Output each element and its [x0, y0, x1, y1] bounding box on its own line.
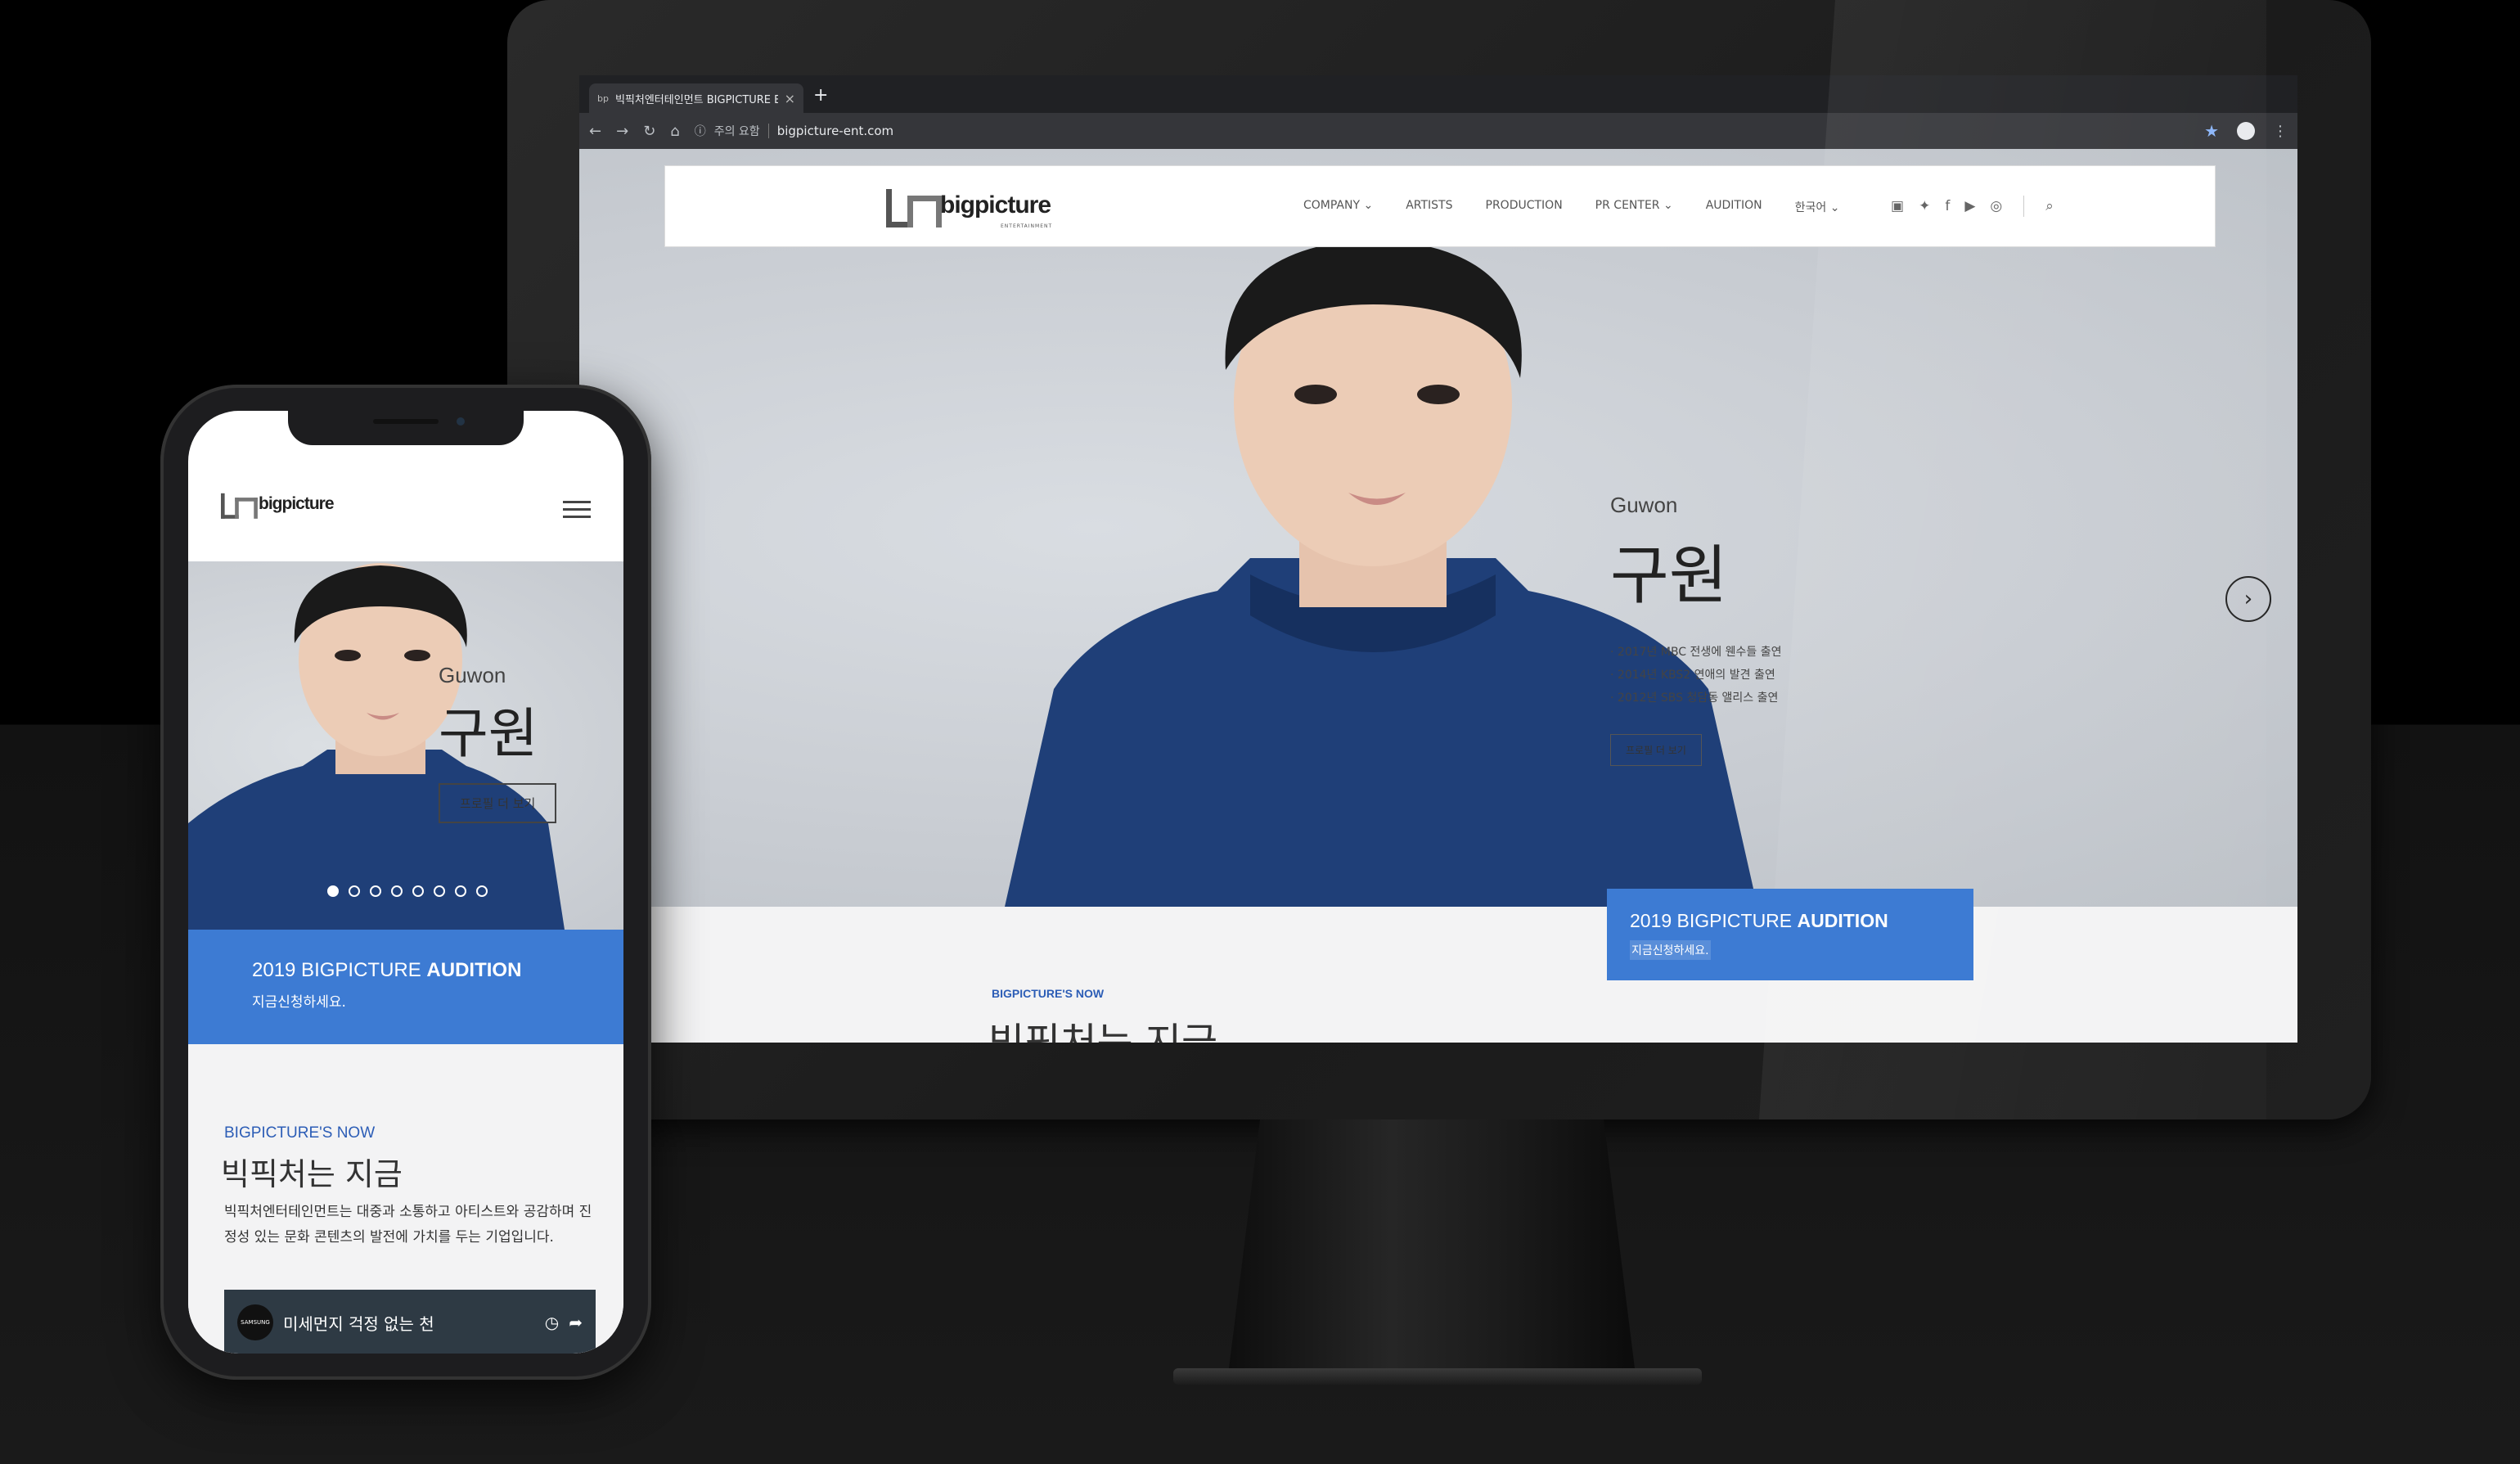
artist-name-en: Guwon	[1610, 493, 1678, 517]
divider	[767, 124, 769, 138]
phone-frame: bigpicture Guwon 구원 프로필 더 보기 2019 BIGPIC…	[160, 385, 651, 1380]
close-tab-icon[interactable]: ×	[785, 91, 795, 106]
logo-subtext: ENTERTAINMENT	[1001, 223, 1053, 229]
main-nav: COMPANY ⌄ ARTISTS PRODUCTION PR CENTER ⌄…	[1303, 199, 1839, 215]
url-text[interactable]: bigpicture-ent.com	[777, 124, 893, 138]
profile-more-button[interactable]: 프로필 더 보기	[1610, 734, 1702, 766]
next-slide-button[interactable]: ›	[2225, 576, 2271, 622]
mobile-logo[interactable]: bigpicture	[221, 486, 335, 522]
mobile-hero-info: Guwon 구원 프로필 더 보기	[439, 663, 557, 823]
audition-subtitle: 지금신청하세요.	[1630, 940, 1711, 960]
nav-company[interactable]: COMPANY ⌄	[1303, 199, 1373, 215]
audition-title: 2019 BIGPICTURE AUDITION	[1630, 910, 1888, 931]
website: bigpicture ENTERTAINMENT COMPANY ⌄ ARTIS…	[579, 149, 2297, 1043]
slider-dots	[327, 885, 488, 897]
artist-name-ko: 구원	[439, 702, 538, 765]
audition-title: 2019 BIGPICTURE AUDITION	[252, 959, 522, 981]
address-toolbar: ← → ↻ ⌂ ⓘ 주의 요함 bigpicture-ent.com ★ ⋮	[579, 113, 2297, 149]
twitter-icon[interactable]: ✦	[1919, 198, 1930, 214]
credit-item: · 2014년 KBS2 연애의 발견 출연	[1610, 669, 1775, 682]
security-label: 주의 요함	[713, 125, 760, 138]
credit-item: · 2012년 SBS 청담동 앨리스 출연	[1610, 691, 1779, 705]
now-title: 빅픽처는 지금	[988, 1020, 1218, 1043]
now-section: BIGPICTURE'S NOW 빅픽처는 지금	[579, 907, 2297, 1043]
slider-dot[interactable]	[412, 885, 424, 897]
search-icon[interactable]: ⌕	[2045, 198, 2054, 214]
speaker	[373, 419, 439, 424]
site-logo[interactable]: bigpicture ENTERTAINMENT	[886, 187, 1051, 229]
nav-production[interactable]: PRODUCTION	[1486, 199, 1563, 215]
forward-icon[interactable]: →	[616, 123, 628, 140]
logo-text: bigpicture	[940, 191, 1051, 218]
phone-notch	[288, 411, 524, 445]
bookmark-star-icon[interactable]: ★	[2204, 121, 2219, 141]
slider-dot[interactable]	[391, 885, 403, 897]
monitor-stand	[1227, 1119, 1636, 1381]
hamburger-menu-icon[interactable]	[563, 501, 591, 523]
slider-dot[interactable]	[434, 885, 445, 897]
tab-title: 빅픽처엔터테인먼트 BIGPICTURE E	[614, 93, 778, 106]
menu-kebab-icon[interactable]: ⋮	[2273, 123, 2288, 140]
monitor-stand-base	[1173, 1368, 1702, 1385]
address-bar[interactable]: ⓘ 주의 요함 bigpicture-ent.com	[695, 119, 2189, 143]
logo-mark-icon	[221, 492, 258, 519]
artist-name-ko: 구원	[1610, 539, 1728, 613]
browser-tab[interactable]: bp 빅픽처엔터테인먼트 BIGPICTURE E ×	[589, 83, 803, 113]
browser-chrome: bp 빅픽처엔터테인먼트 BIGPICTURE E × + ← → ↻ ⌂ ⓘ …	[579, 75, 2297, 149]
audition-banner[interactable]: 2019 BIGPICTURE AUDITION 지금신청하세요.	[188, 930, 623, 1044]
hero-slider: bigpicture ENTERTAINMENT COMPANY ⌄ ARTIS…	[579, 149, 2297, 907]
back-icon[interactable]: ←	[589, 123, 601, 140]
now-label: BIGPICTURE'S NOW	[224, 1124, 376, 1142]
reload-icon[interactable]: ↻	[643, 123, 655, 140]
mobile-hero: Guwon 구원 프로필 더 보기	[188, 561, 623, 930]
slider-dot[interactable]	[327, 885, 339, 897]
info-icon[interactable]: ⓘ	[695, 123, 706, 139]
now-description: 빅픽처엔터테인먼트는 대중과 소통하고 아티스트와 공감하며 진정성 있는 문화…	[224, 1204, 592, 1246]
profile-avatar[interactable]	[2237, 122, 2255, 140]
slider-dot[interactable]	[370, 885, 381, 897]
new-tab-button[interactable]: +	[813, 85, 828, 106]
naver-icon[interactable]: ▣	[1891, 198, 1904, 214]
credit-item: · 2017년 MBC 전생에 웬수들 출연	[1610, 646, 1782, 659]
video-title: 미세먼지 걱정 없는 천	[283, 1313, 434, 1334]
now-label: BIGPICTURE'S NOW	[992, 987, 1105, 1000]
nav-artists[interactable]: ARTISTS	[1406, 199, 1452, 215]
social-links: ▣ ✦ f ▶ ◎ ⌕	[1891, 196, 2054, 217]
mobile-header: bigpicture	[188, 466, 623, 561]
artist-name-en: Guwon	[439, 663, 506, 687]
video-thumbnail[interactable]: SAMSUNG 미세먼지 걱정 없는 천 ◷ ➦	[224, 1290, 596, 1354]
slider-dot[interactable]	[476, 885, 488, 897]
desktop-screen: bp 빅픽처엔터테인먼트 BIGPICTURE E × + ← → ↻ ⌂ ⓘ …	[579, 75, 2297, 1043]
instagram-icon[interactable]: ◎	[1990, 198, 2002, 214]
tab-bar: bp 빅픽처엔터테인먼트 BIGPICTURE E × +	[579, 75, 2297, 113]
slider-dot[interactable]	[349, 885, 360, 897]
artist-credits: · 2017년 MBC 전생에 웬수들 출연 · 2014년 KBS2 연애의 …	[1610, 641, 1781, 709]
logo-text: bigpicture	[259, 494, 335, 513]
nav-language[interactable]: 한국어 ⌄	[1795, 199, 1840, 215]
hero-info: Guwon 구원 · 2017년 MBC 전생에 웬수들 출연 · 2014년 …	[1610, 493, 1781, 766]
logo-mark-icon	[886, 187, 942, 227]
audition-banner[interactable]: 2019 BIGPICTURE AUDITION 지금신청하세요.	[1607, 889, 1973, 980]
clock-icon[interactable]: ◷	[545, 1313, 559, 1332]
facebook-icon[interactable]: f	[1945, 198, 1950, 214]
slider-dot[interactable]	[455, 885, 466, 897]
mobile-screen: bigpicture Guwon 구원 프로필 더 보기 2019 BIGPIC…	[188, 411, 623, 1354]
site-header: bigpicture ENTERTAINMENT COMPANY ⌄ ARTIS…	[664, 165, 2216, 247]
favicon-icon: bp	[597, 92, 609, 104]
camera-icon	[457, 417, 465, 426]
nav-pr-center[interactable]: PR CENTER ⌄	[1595, 199, 1673, 215]
now-title: 빅픽처는 지금	[221, 1156, 403, 1192]
home-icon[interactable]: ⌂	[670, 123, 679, 140]
audition-subtitle: 지금신청하세요.	[252, 994, 346, 1011]
channel-avatar: SAMSUNG	[237, 1304, 273, 1340]
share-icon[interactable]: ➦	[569, 1313, 583, 1332]
toolbar-right: ★ ⋮	[2204, 121, 2288, 141]
profile-more-button[interactable]: 프로필 더 보기	[439, 783, 557, 823]
youtube-icon[interactable]: ▶	[1964, 198, 1975, 214]
nav-audition[interactable]: AUDITION	[1706, 199, 1762, 215]
divider	[2023, 196, 2025, 217]
